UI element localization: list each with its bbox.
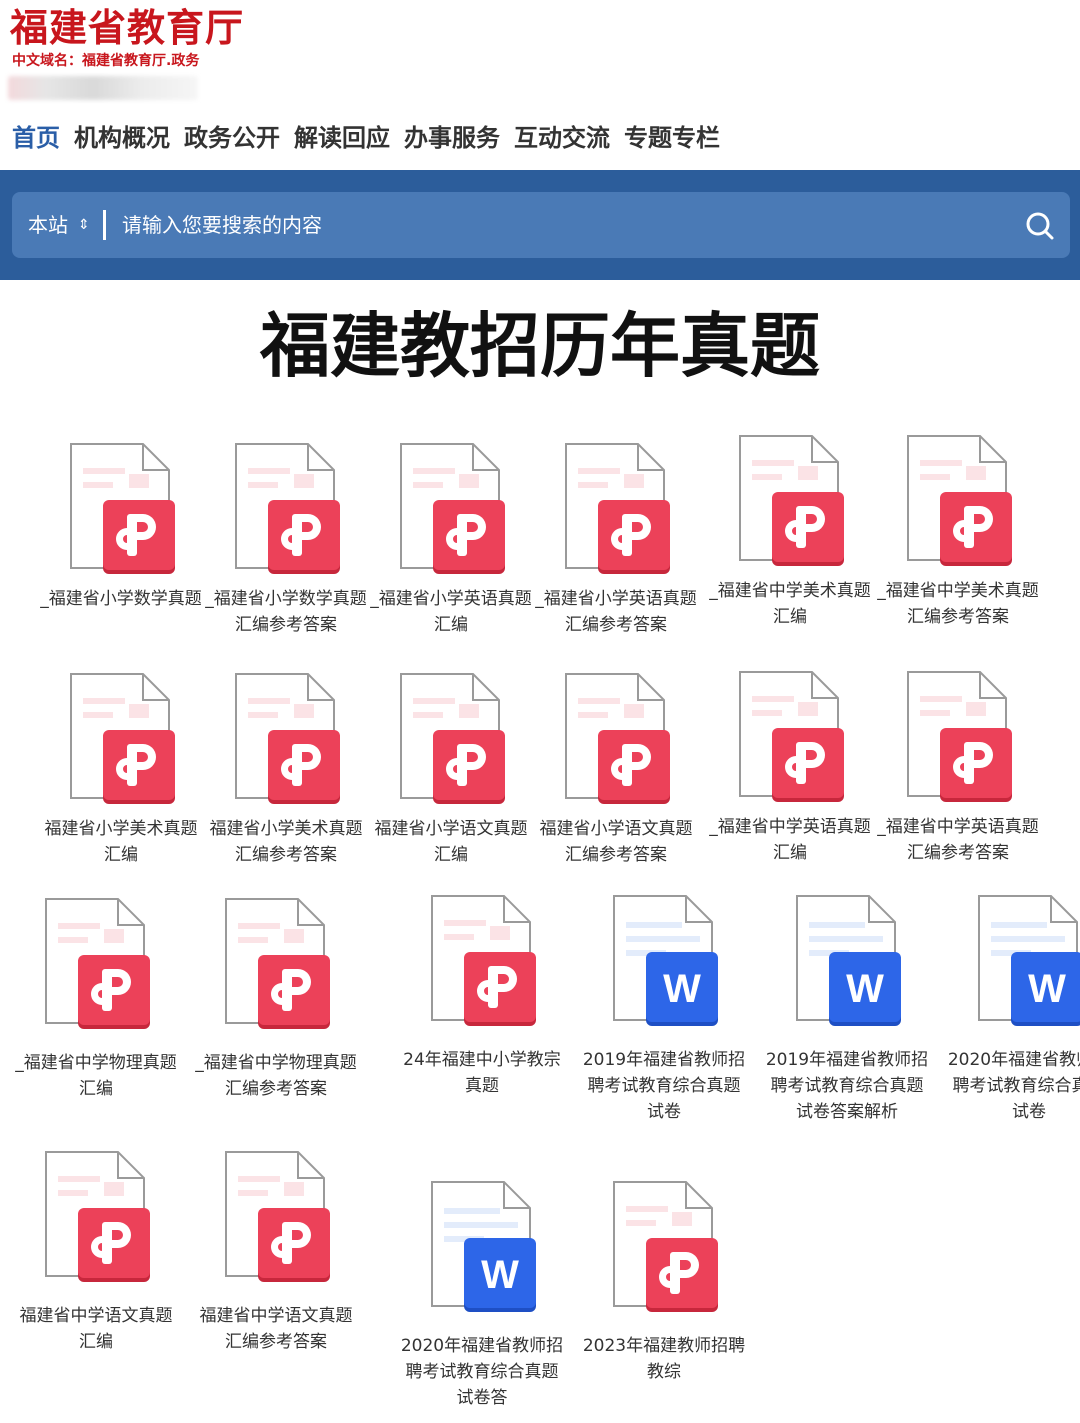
file-name: 福建省小学美术真题汇编 [44,819,198,865]
file-name: _福建省小学英语真题汇编 [370,589,532,635]
pdf-file-icon [560,440,672,578]
pdf-file-icon [734,668,846,806]
file-name: 2019年福建省教师招聘考试教育综合真题试卷答案解析 [765,1050,929,1122]
pdf-file-icon [902,668,1014,806]
word-file-icon: W [608,892,720,1030]
file-name: 2023年福建教师招聘教综 [582,1336,746,1382]
file-name: _福建省中学美术真题汇编 [709,581,871,627]
file-name: _福建省小学数学真题汇编参考答案 [205,589,367,635]
file-name: _福建省小学英语真题汇编参考答案 [535,589,697,635]
pdf-file-icon [220,1148,332,1286]
word-file-icon: W [791,892,903,1030]
nav-item-public-affairs[interactable]: 政务公开 [184,118,280,158]
pdf-file-icon [902,432,1014,570]
pdf-file-icon [395,670,507,808]
search-icon[interactable] [1022,208,1058,244]
nav-item-topics[interactable]: 专题专栏 [624,118,720,158]
page-title: 福建教招历年真题 [260,304,820,387]
domain-label: 中文域名：福建省教育厅.政务 [12,53,200,69]
nav-item-home[interactable]: 首页 [12,118,60,158]
svg-text:W: W [481,1253,519,1297]
nav-item-overview[interactable]: 机构概况 [74,118,170,158]
nav-item-interpretation[interactable]: 解读回应 [294,118,390,158]
file-name: 福建省中学语文真题汇编参考答案 [199,1306,353,1352]
svg-text:W: W [663,967,701,1011]
blurred-info [8,76,198,100]
file-name: 24年福建中小学教宗真题 [403,1050,561,1096]
word-file-icon: W [426,1178,538,1316]
pdf-file-icon [230,670,342,808]
file-name: _福建省小学数学真题 [40,589,202,609]
pdf-file-icon [560,670,672,808]
pdf-file-icon [230,440,342,578]
pdf-file-icon [608,1178,720,1316]
file-name: 2020年福建省教师招聘考试教育综合真题试卷 [947,1050,1080,1122]
file-name: _福建省中学美术真题汇编参考答案 [877,581,1039,627]
site-title[interactable]: 福建省教育厅 [10,6,244,50]
word-file-icon: W [973,892,1080,1030]
file-name: 福建省小学美术真题汇编参考答案 [209,819,363,865]
pdf-file-icon [40,895,152,1033]
svg-text:W: W [1028,967,1066,1011]
file-name: 福建省小学语文真题汇编 [374,819,528,865]
search-divider [103,210,106,240]
pdf-file-icon [395,440,507,578]
file-name: _福建省中学英语真题汇编参考答案 [877,817,1039,863]
pdf-file-icon [65,440,177,578]
pdf-file-icon [65,670,177,808]
svg-text:W: W [846,967,884,1011]
file-name: _福建省中学英语真题汇编 [709,817,871,863]
nav-item-interaction[interactable]: 互动交流 [514,118,610,158]
file-name: _福建省中学物理真题汇编 [15,1053,177,1099]
nav-item-services[interactable]: 办事服务 [404,118,500,158]
file-name: 福建省中学语文真题汇编 [19,1306,173,1352]
file-name: 2019年福建省教师招聘考试教育综合真题试卷 [582,1050,746,1122]
main-nav: 首页 机构概况 政务公开 解读回应 办事服务 互动交流 专题专栏 [12,118,720,158]
pdf-file-icon [734,432,846,570]
file-name: 2020年福建省教师招聘考试教育综合真题试卷答 [400,1336,564,1408]
pdf-file-icon [220,895,332,1033]
sort-arrows-icon[interactable]: ⇕ [78,212,90,238]
search-input[interactable] [122,206,1002,244]
file-name: 福建省小学语文真题汇编参考答案 [539,819,693,865]
pdf-file-icon [40,1148,152,1286]
search-scope-select[interactable]: 本站 [28,212,68,238]
pdf-file-icon [426,892,538,1030]
file-name: _福建省中学物理真题汇编参考答案 [195,1053,357,1099]
